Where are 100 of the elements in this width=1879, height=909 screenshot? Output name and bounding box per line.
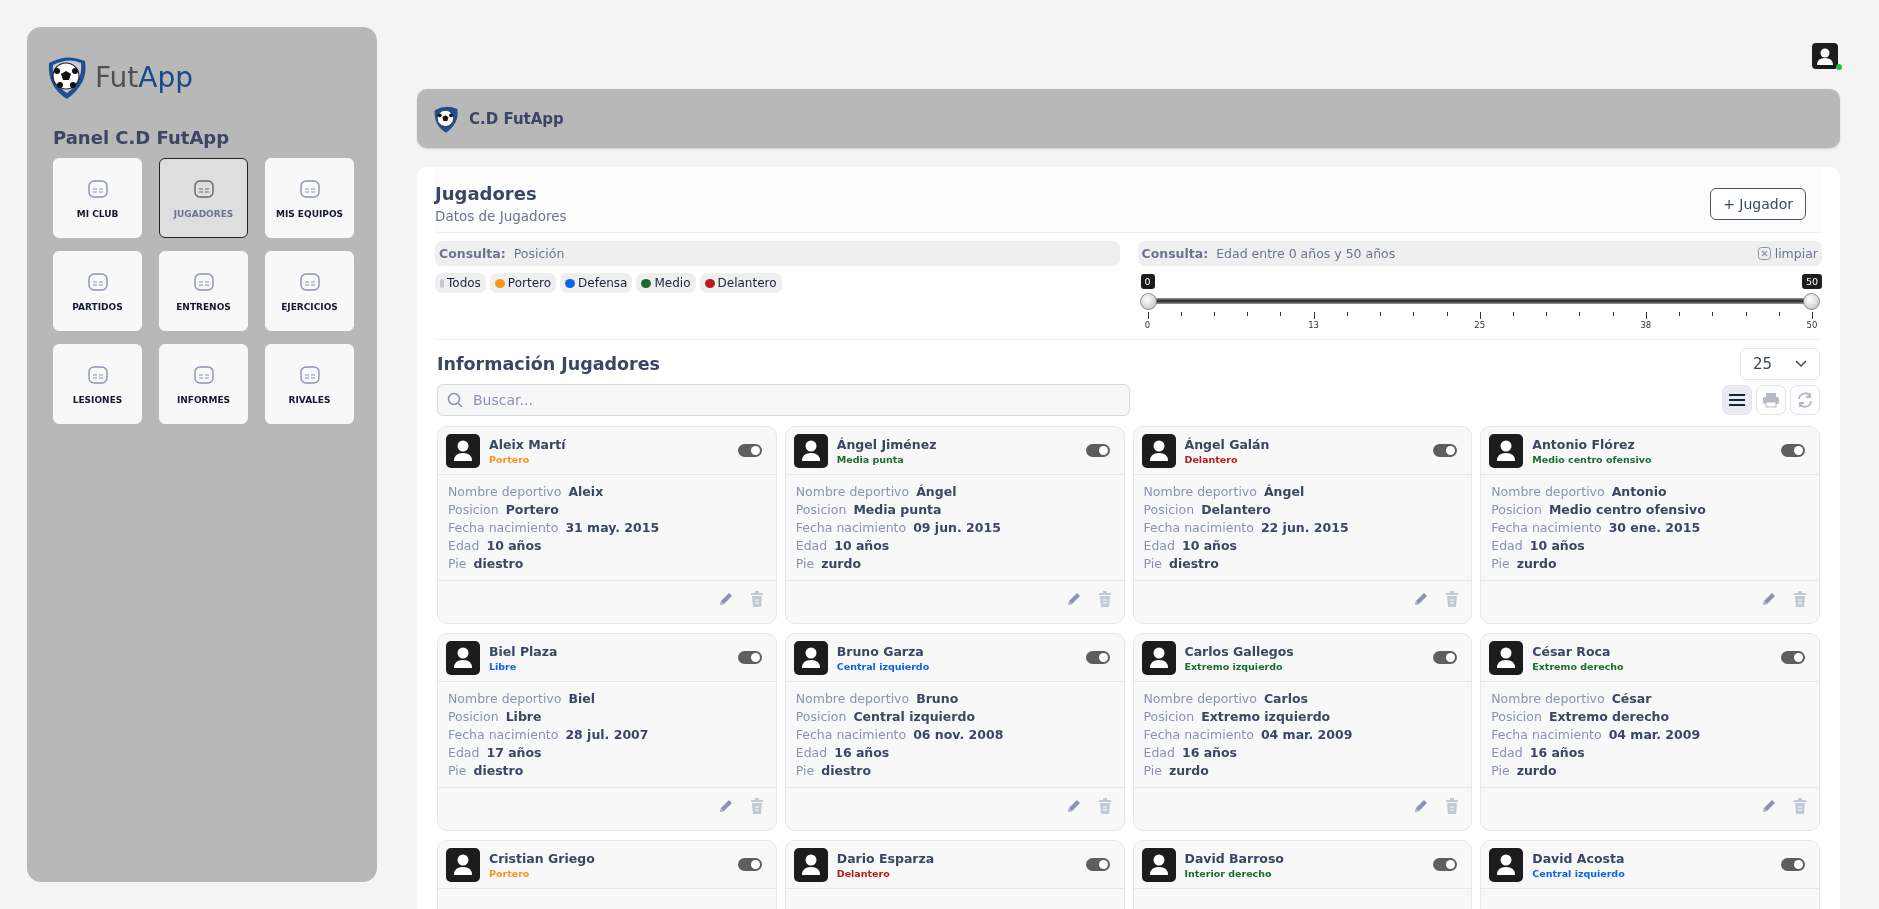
- field-value: 28 jul. 2007: [565, 726, 649, 744]
- active-toggle[interactable]: [1781, 858, 1805, 871]
- delete-icon[interactable]: [1793, 591, 1807, 607]
- field-value: Biel: [568, 690, 595, 708]
- player-name: Carlos Gallegos: [1184, 643, 1295, 659]
- edit-icon[interactable]: [1761, 798, 1777, 814]
- position-chip[interactable]: Portero: [489, 273, 557, 293]
- slider-track[interactable]: [1139, 293, 1820, 310]
- player-position: Interior derecho: [1184, 867, 1273, 879]
- field-value: 22 jun. 2015: [1260, 519, 1349, 537]
- person-avatar-icon: [1141, 640, 1176, 675]
- delete-icon[interactable]: [1793, 798, 1807, 814]
- person-avatar-icon: [793, 640, 828, 675]
- field-value: zurdo: [821, 555, 862, 573]
- person-avatar-icon: [1141, 847, 1176, 882]
- edit-icon[interactable]: [1065, 798, 1082, 814]
- player-name: Antonio Flórez: [1532, 436, 1636, 452]
- menu-tile[interactable]: MIS EQUIPOS: [265, 158, 354, 238]
- menu-tile[interactable]: LESIONES: [53, 344, 142, 424]
- add-player-button[interactable]: + Jugador: [1710, 187, 1806, 220]
- menu-tile-icon: [86, 363, 109, 386]
- field-value: 10 años: [1181, 537, 1238, 555]
- refresh-button[interactable]: [1790, 385, 1820, 415]
- player-name: Dario Esparza: [836, 850, 936, 866]
- page-size-select[interactable]: 25: [1740, 348, 1820, 380]
- person-avatar-icon: [1489, 640, 1524, 675]
- delete-icon[interactable]: [749, 591, 764, 607]
- list-view-button[interactable]: [1722, 385, 1752, 415]
- panel-title: Panel C.D FutApp: [53, 127, 231, 148]
- menu-tile-icon: [192, 363, 215, 386]
- field-label: Fecha nacimiento: [1491, 519, 1602, 537]
- delete-icon[interactable]: [749, 798, 764, 814]
- edit-icon[interactable]: [717, 591, 734, 607]
- menu-tile-icon: [86, 270, 109, 293]
- field-label: Edad: [1143, 744, 1175, 762]
- delete-icon[interactable]: [1445, 798, 1460, 814]
- field-value: 10 años: [834, 537, 890, 555]
- active-toggle[interactable]: [1433, 444, 1458, 457]
- menu-tile[interactable]: INFORMES: [159, 344, 248, 424]
- field-label: Posicion: [448, 501, 499, 519]
- tick-label: 25: [1474, 320, 1486, 330]
- active-toggle[interactable]: [1085, 651, 1110, 664]
- menu-tile[interactable]: MI CLUB: [53, 158, 142, 238]
- person-avatar-icon: [446, 847, 480, 882]
- position-chip[interactable]: Medio: [636, 273, 696, 293]
- slider-handle[interactable]: [1803, 293, 1820, 310]
- field-value: César: [1611, 690, 1652, 708]
- field-label: Posicion: [1143, 501, 1195, 519]
- clear-button[interactable]: limpiar: [1757, 246, 1818, 261]
- search-input[interactable]: Buscar...: [471, 391, 1120, 409]
- active-toggle[interactable]: [737, 444, 762, 457]
- field-label: Edad: [795, 744, 828, 762]
- active-toggle[interactable]: [737, 858, 762, 871]
- section-subtitle: Datos de Jugadores: [435, 208, 567, 224]
- field-value: 16 años: [1529, 744, 1585, 762]
- edit-icon[interactable]: [717, 798, 734, 814]
- slider-handle[interactable]: [1139, 293, 1157, 310]
- field-label: Pie: [1491, 762, 1510, 780]
- position-chip[interactable]: Todos: [435, 273, 486, 293]
- tick-label: 0: [1144, 320, 1151, 330]
- delete-icon[interactable]: [1445, 591, 1460, 607]
- edit-icon[interactable]: [1065, 591, 1082, 607]
- field-label: Pie: [448, 555, 467, 573]
- field-label: Pie: [1143, 762, 1162, 780]
- active-toggle[interactable]: [1781, 651, 1805, 664]
- field-value: 10 años: [486, 537, 542, 555]
- active-toggle[interactable]: [1433, 858, 1458, 871]
- position-chip[interactable]: Delantero: [699, 273, 782, 293]
- list-title: Información Jugadores: [437, 354, 660, 374]
- player-position: Delantero: [1184, 453, 1239, 465]
- edit-icon[interactable]: [1413, 798, 1430, 814]
- delete-icon[interactable]: [1097, 798, 1112, 814]
- menu-tile[interactable]: ENTRENOS: [159, 251, 248, 331]
- player-position: Delantero: [836, 867, 891, 879]
- edit-icon[interactable]: [1761, 591, 1777, 607]
- position-chip[interactable]: Defensa: [560, 273, 633, 293]
- player-name: Cristian Griego: [489, 850, 596, 866]
- field-label: Pie: [448, 762, 467, 780]
- player-position: Extremo derecho: [1532, 660, 1625, 672]
- field-value: Portero: [505, 501, 559, 519]
- active-toggle[interactable]: [737, 651, 762, 664]
- menu-tile[interactable]: RIVALES: [265, 344, 354, 424]
- refresh-icon: [1796, 392, 1814, 408]
- active-toggle[interactable]: [1781, 444, 1805, 457]
- menu-tile[interactable]: EJERCICIOS: [265, 251, 354, 331]
- player-name: David Acosta: [1532, 850, 1626, 866]
- edit-icon[interactable]: [1413, 591, 1430, 607]
- person-avatar-icon: [1141, 433, 1176, 468]
- active-toggle[interactable]: [1085, 444, 1110, 457]
- field-label: Posicion: [1143, 708, 1195, 726]
- delete-icon[interactable]: [1097, 591, 1112, 607]
- person-avatar-icon: [446, 640, 480, 675]
- field-value: zurdo: [1516, 762, 1557, 780]
- search-field[interactable]: Buscar...: [437, 384, 1130, 416]
- active-toggle[interactable]: [1433, 651, 1458, 664]
- query-value: Edad entre 0 años y 50 años: [1216, 246, 1397, 261]
- active-toggle[interactable]: [1085, 858, 1110, 871]
- tick-label: 38: [1640, 320, 1652, 330]
- menu-tile[interactable]: PARTIDOS: [53, 251, 142, 331]
- query-label: Consulta:: [1141, 246, 1209, 261]
